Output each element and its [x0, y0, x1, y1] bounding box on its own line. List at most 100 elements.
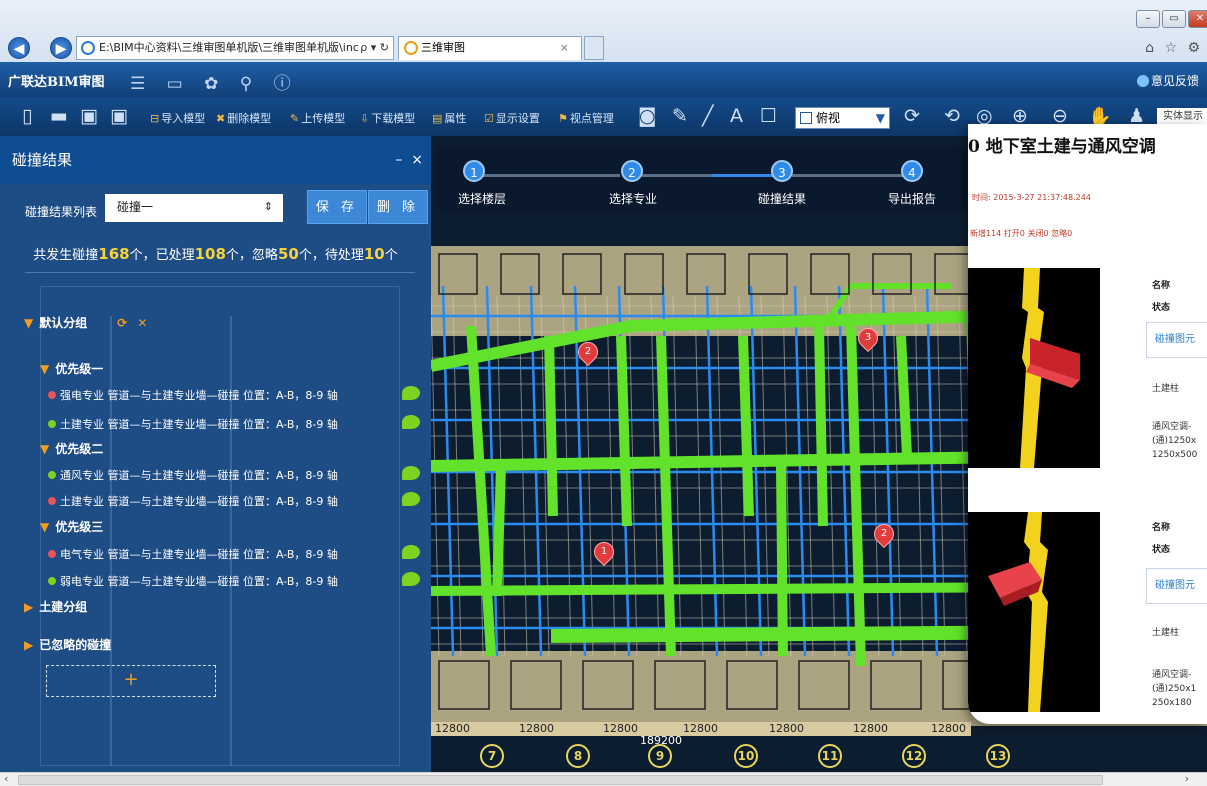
scroll-right-icon[interactable]: › [1185, 772, 1189, 785]
axis-dimension-bar: 12800 12800 12800 12800 12800 12800 1280… [431, 722, 971, 736]
feedback-link[interactable]: 意见反馈 [1136, 72, 1199, 89]
scroll-left-icon[interactable]: ‹ [4, 772, 8, 785]
address-bar[interactable]: E:\BIM中心资料\三维审图单机版\三维审图单机版\inc ρ ▾ ↻ [76, 36, 394, 60]
priority-1-header[interactable]: ▼ 优先级一 [40, 360, 103, 377]
refresh-icon[interactable]: ⟳ [117, 316, 127, 330]
display-settings-button[interactable]: ☑ 显示设置 [484, 110, 540, 126]
close-window-button[interactable]: ✕ [1188, 10, 1207, 28]
status-dot [48, 471, 56, 479]
view-cube-icon [800, 112, 812, 124]
step-2-label[interactable]: 选择专业 [609, 190, 657, 207]
collision-summary: 共发生碰撞168个，已处理108个，忽略50个，待处理10个 [33, 245, 398, 263]
upload-model-button[interactable]: ✎ 上传模型 [290, 110, 345, 126]
dimension-label: 12800 [435, 722, 470, 735]
step-3-dot[interactable]: 3 [771, 160, 793, 182]
axis-circle: 8 [566, 744, 590, 768]
properties-button[interactable]: ▤ 属性 [432, 110, 466, 126]
comment-icon[interactable] [402, 415, 420, 429]
scrollbar-thumb[interactable] [18, 775, 1103, 785]
priority-2-header[interactable]: ▼ 优先级二 [40, 440, 103, 457]
name-label: 名称 [1152, 523, 1171, 533]
horizontal-scrollbar[interactable]: ‹ › [0, 772, 1207, 786]
step-1-dot[interactable]: 1 [463, 160, 485, 182]
feedback-icon [1136, 75, 1149, 87]
delete-button[interactable]: 删 除 [368, 190, 428, 224]
save-button[interactable]: 保 存 [307, 190, 367, 224]
report-status-counts: 新增114 打开0 关闭0 忽略0 [970, 229, 1073, 238]
report-title: 0 地下室土建与通风空调 [968, 137, 1156, 157]
text-icon[interactable]: A [730, 105, 743, 127]
step-1-label[interactable]: 选择楼层 [458, 190, 506, 207]
collision-item[interactable]: 弱电专业 管道—与土建专业墙—碰撞 位置：A-B，8-9 轴 [48, 572, 428, 589]
chevron-right-icon: ▶ [24, 638, 34, 652]
collision-item[interactable]: 土建专业 管道—与土建专业墙—碰撞 位置：A-B，8-9 轴 [48, 492, 428, 509]
default-group-header[interactable]: ▼ 默认分组 ⟳ ✕ [24, 314, 147, 331]
view-select[interactable]: 俯视 ▼ [795, 107, 890, 129]
delete-model-button[interactable]: ✖ 删除模型 [216, 110, 271, 126]
step-3-label[interactable]: 碰撞结果 [758, 190, 806, 207]
dimension-label: 12800 [853, 722, 888, 735]
pencil-icon[interactable]: ✎ [672, 105, 688, 127]
dimension-label: 12800 [683, 722, 718, 735]
orbit-icon[interactable]: ⟲ [944, 105, 960, 127]
name-label: 名称 [1152, 281, 1171, 291]
step-4-label[interactable]: 导出报告 [888, 190, 936, 207]
app-menu-icons[interactable]: ☰ ▭ ✿ ⚲ ⓘ [130, 69, 299, 94]
rectangle-icon[interactable]: ☐ [760, 105, 777, 127]
comment-icon[interactable] [402, 492, 420, 506]
address-controls[interactable]: ρ ▾ ↻ [360, 37, 389, 59]
step-2-dot[interactable]: 2 [621, 160, 643, 182]
camera-icon[interactable]: ◙ [638, 105, 656, 127]
line-icon[interactable]: ╱ [702, 105, 713, 127]
dimension-label: 12800 [769, 722, 804, 735]
collision-element-link[interactable]: 碰撞图元 [1146, 568, 1207, 604]
panel-close-button[interactable]: × [411, 152, 423, 168]
status-label: 状态 [1152, 545, 1171, 555]
viewpoint-manager-button[interactable]: ⚑ 视点管理 [558, 110, 614, 126]
maximize-window-button[interactable]: ▭ [1162, 10, 1186, 28]
collision-select[interactable]: 碰撞一 ⇕ [105, 194, 283, 222]
back-button[interactable]: ◀ [8, 37, 30, 59]
step-4-dot[interactable]: 4 [901, 160, 923, 182]
collision-item[interactable]: 强电专业 管道—与土建专业墙—碰撞 位置：A-B，8-9 轴 [48, 386, 428, 403]
priority-3-header[interactable]: ▼ 优先级三 [40, 518, 103, 535]
save-as-icon[interactable]: ▣ [110, 105, 128, 127]
comment-icon[interactable] [402, 466, 420, 480]
minimize-window-button[interactable]: – [1136, 10, 1160, 28]
ie-icon [81, 41, 95, 55]
status-dot [48, 497, 56, 505]
axis-circle: 12 [902, 744, 926, 768]
browser-toolbar-icons[interactable]: ⌂ ☆ ⚙ [1145, 40, 1203, 56]
collision-item[interactable]: 通风专业 管道—与土建专业墙—碰撞 位置：A-B，8-9 轴 [48, 466, 428, 483]
close-icon[interactable]: ✕ [137, 316, 147, 330]
import-model-button[interactable]: ⊟ 导入模型 [150, 110, 205, 126]
collision-item[interactable]: 电气专业 管道—与土建专业墙—碰撞 位置：A-B，8-9 轴 [48, 545, 428, 562]
comment-icon[interactable] [402, 572, 420, 586]
collision-element-link[interactable]: 碰撞图元 [1146, 322, 1207, 358]
open-folder-icon[interactable]: ▬ [50, 105, 68, 127]
collision-item[interactable]: 土建专业 管道—与土建专业墙—碰撞 位置：A-B，8-9 轴 [48, 415, 428, 432]
add-group-button[interactable]: + [46, 665, 216, 697]
panel-minimize-button[interactable]: – [395, 152, 402, 168]
new-file-icon[interactable]: ▯ [22, 105, 32, 127]
collision-3d-image [988, 512, 1048, 712]
status-dot [48, 550, 56, 558]
rotate-icon[interactable]: ⟳ [904, 105, 920, 127]
collision-thumbnail[interactable] [968, 268, 1100, 468]
collision-list-label: 碰撞结果列表 [25, 205, 98, 219]
forward-button[interactable]: ▶ [50, 37, 72, 59]
panel-header: 碰撞结果 – × [0, 136, 431, 184]
ignored-group-header[interactable]: ▶ 已忽略的碰撞 [24, 636, 111, 653]
download-model-button[interactable]: ⇩ 下载模型 [360, 110, 415, 126]
dimension-label: 12800 [931, 722, 966, 735]
browser-tab[interactable]: 三维审图 × [398, 36, 582, 60]
tab-close-icon[interactable]: × [560, 37, 569, 59]
panel-title: 碰撞结果 [12, 151, 73, 169]
save-icon[interactable]: ▣ [80, 105, 98, 127]
collision-thumbnail[interactable] [968, 512, 1100, 712]
comment-icon[interactable] [402, 386, 420, 400]
comment-icon[interactable] [402, 545, 420, 559]
civil-group-header[interactable]: ▶ 土建分组 [24, 598, 87, 615]
new-tab-button[interactable] [584, 36, 604, 60]
axis-circle: 13 [986, 744, 1010, 768]
